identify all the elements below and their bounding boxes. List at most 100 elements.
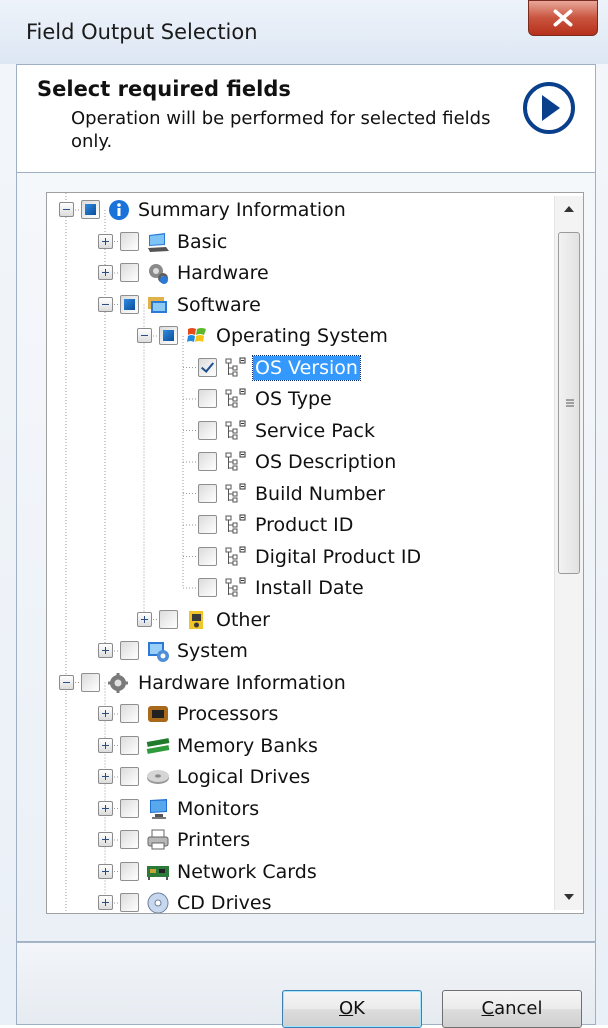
collapse-icon[interactable] — [137, 328, 152, 343]
scroll-thumb[interactable] — [558, 232, 580, 574]
tree-node-os-version[interactable]: OS Version — [47, 353, 552, 383]
node-checkbox[interactable] — [198, 452, 217, 471]
expand-icon[interactable] — [98, 895, 113, 910]
collapse-icon[interactable] — [59, 674, 74, 690]
windows-logo-icon — [187, 328, 206, 342]
tree-node-logical-drives[interactable]: Logical Drives — [47, 762, 552, 792]
cd-drive-icon — [147, 892, 169, 913]
tree-node-summary-information[interactable]: Summary Information — [47, 195, 552, 225]
expand-icon[interactable] — [98, 769, 113, 784]
collapse-icon[interactable] — [59, 202, 74, 217]
field-tree-icon — [225, 388, 246, 408]
tree-node-hardware-information[interactable]: Hardware Information — [47, 668, 552, 698]
close-button[interactable] — [528, 0, 598, 36]
expand-icon[interactable] — [98, 832, 113, 847]
vertical-scrollbar[interactable] — [554, 196, 583, 910]
tree-node-software[interactable]: Software — [47, 290, 552, 320]
ok-label: K — [353, 998, 365, 1019]
tree-node-label: Logical Drives — [177, 766, 311, 788]
tree-node-build-number[interactable]: Build Number — [47, 479, 552, 509]
tree-node-operating-system[interactable]: Operating System — [47, 321, 552, 351]
field-tree-icon — [225, 577, 246, 597]
tree-node-hardware[interactable]: Hardware — [47, 258, 552, 288]
tree-node-memory-banks[interactable]: Memory Banks — [47, 731, 552, 761]
field-tree-icon — [225, 357, 246, 376]
go-arrow-icon[interactable] — [522, 81, 576, 135]
expand-icon[interactable] — [98, 265, 113, 280]
software-icon — [148, 296, 167, 313]
title-bar[interactable]: Field Output Selection — [0, 0, 608, 64]
cancel-mnemonic: C — [481, 998, 495, 1019]
expand-icon[interactable] — [98, 863, 113, 879]
expand-icon[interactable] — [137, 611, 152, 627]
tree-node-label: Basic — [177, 230, 228, 253]
node-checkbox[interactable] — [198, 546, 217, 566]
node-checkbox[interactable] — [198, 578, 217, 597]
info-icon — [109, 200, 129, 220]
node-checkbox[interactable] — [198, 483, 217, 503]
tree-node-processors[interactable]: Processors — [47, 699, 552, 729]
drive-icon — [147, 770, 169, 784]
tree-node-network-cards[interactable]: Network Cards — [47, 857, 552, 887]
expand-icon[interactable] — [98, 643, 113, 658]
field-tree-icon — [225, 546, 246, 565]
tree-node-label: Memory Banks — [177, 734, 318, 757]
scroll-up-icon[interactable] — [555, 196, 583, 222]
node-checkbox[interactable] — [198, 389, 217, 408]
node-checkbox[interactable] — [120, 294, 139, 314]
scroll-down-icon[interactable] — [555, 884, 583, 910]
tree-node-label: Software — [177, 293, 261, 316]
node-checkbox[interactable] — [120, 231, 139, 251]
tree-node-install-date[interactable]: Install Date — [47, 573, 552, 603]
computer-icon — [148, 232, 169, 252]
node-checkbox[interactable] — [120, 893, 139, 912]
network-card-icon — [147, 865, 169, 880]
tree-node-printers[interactable]: Printers — [47, 825, 552, 855]
node-checkbox[interactable] — [120, 263, 139, 282]
node-checkbox[interactable] — [120, 798, 139, 818]
node-checkbox[interactable] — [120, 704, 139, 723]
node-checkbox[interactable] — [120, 735, 139, 755]
tree-node-cd-drives[interactable]: CD Drives — [47, 888, 552, 914]
tree-node-label: CD Drives — [177, 892, 272, 914]
tree-node-label: Processors — [177, 703, 279, 725]
printer-icon — [147, 829, 169, 850]
tree-node-os-type[interactable]: OS Type — [47, 384, 552, 414]
expand-icon[interactable] — [98, 706, 113, 721]
tree-node-digital-product-id[interactable]: Digital Product ID — [47, 542, 552, 572]
collapse-icon[interactable] — [98, 296, 113, 312]
node-checkbox[interactable] — [81, 672, 100, 692]
node-checkbox[interactable] — [81, 200, 100, 219]
node-checkbox[interactable] — [198, 357, 217, 377]
node-checkbox[interactable] — [120, 861, 139, 881]
field-tree-icon — [225, 483, 246, 502]
node-checkbox[interactable] — [159, 609, 178, 629]
header-subtitle: Operation will be performed for selected… — [71, 108, 491, 152]
tree-node-service-pack[interactable]: Service Pack — [47, 416, 552, 446]
expand-icon[interactable] — [98, 737, 113, 753]
expand-icon[interactable] — [98, 233, 113, 249]
field-tree[interactable]: Summary Information Basic Hardware Software… — [46, 192, 584, 914]
node-checkbox[interactable] — [198, 420, 217, 440]
cancel-button[interactable]: Cancel — [442, 990, 582, 1028]
node-checkbox[interactable] — [198, 515, 217, 534]
tree-node-label: Network Cards — [177, 860, 317, 883]
tree-node-basic[interactable]: Basic — [47, 227, 552, 257]
node-checkbox[interactable] — [120, 767, 139, 786]
tree-node-label: Other — [216, 608, 270, 631]
expand-icon[interactable] — [98, 800, 113, 816]
tree-node-other[interactable]: Other — [47, 605, 552, 635]
node-checkbox[interactable] — [159, 326, 178, 345]
node-checkbox[interactable] — [120, 830, 139, 849]
tree-node-system[interactable]: System — [47, 636, 552, 666]
tree-node-monitors[interactable]: Monitors — [47, 794, 552, 824]
tree-node-product-id[interactable]: Product ID — [47, 510, 552, 540]
header-panel: Select required fields Operation will be… — [16, 64, 596, 172]
close-icon — [553, 9, 573, 27]
node-checkbox[interactable] — [120, 641, 139, 660]
tree-node-label: Digital Product ID — [255, 545, 422, 568]
field-tree-icon — [225, 514, 246, 534]
tree-node-os-description[interactable]: OS Description — [47, 447, 552, 477]
ok-button[interactable]: OK — [282, 990, 422, 1028]
tree-node-label: Printers — [177, 829, 251, 851]
